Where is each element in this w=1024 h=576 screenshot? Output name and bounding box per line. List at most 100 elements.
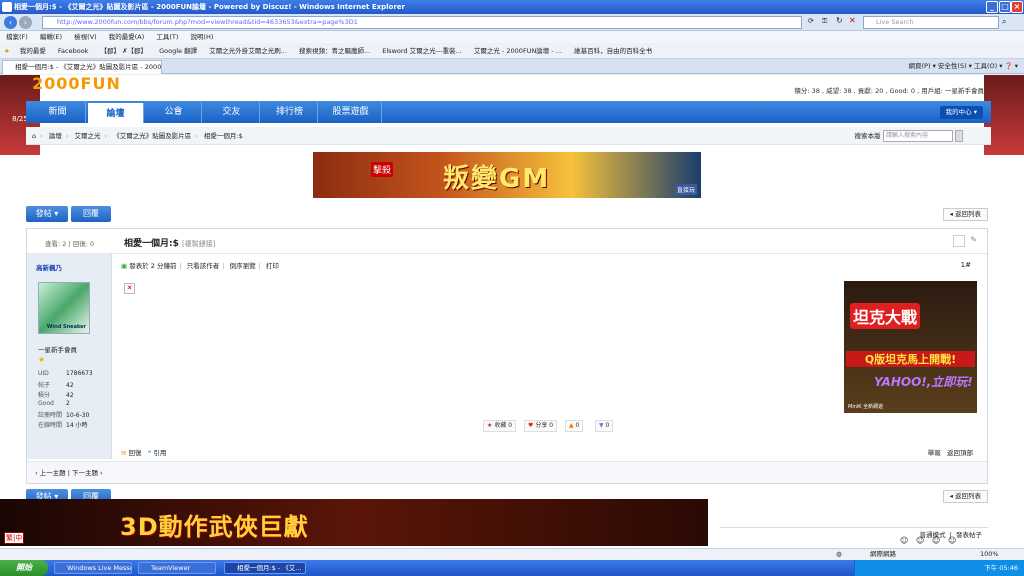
thread-title: 相愛一個月:$ [複製鏈接] (124, 236, 215, 249)
avatar[interactable]: Wind Sneaker (38, 282, 90, 334)
lock-icon[interactable]: ⚿ (822, 17, 827, 26)
command-bar[interactable]: 網頁(P) ▾ 安全性(S) ▾ 工具(O) ▾ ❓ ▾ (909, 61, 1018, 72)
fav-link-wikipedia[interactable]: 維基百科，自由的百科全书 (574, 47, 652, 55)
language-toggle[interactable]: 繁|中 (4, 532, 25, 544)
nav-ranking[interactable]: 排行榜 (262, 101, 318, 123)
bottom-banner-ad[interactable]: 3D動作武俠巨獻 繁|中 (0, 499, 708, 546)
system-tray: 下午 05:46 (854, 560, 1024, 576)
stat-uid: UID 1786673 (38, 370, 93, 377)
share-button[interactable]: ♥ 分享 0 (524, 420, 558, 432)
stop-icon[interactable]: ✕ (849, 16, 856, 25)
thumbs-down-button[interactable]: ▼ 0 (595, 420, 614, 432)
bottom-ad-text: 3D動作武俠巨獻 (120, 513, 309, 541)
smiley-icon[interactable]: ☺ (948, 536, 956, 545)
fav-link-google-translate[interactable]: Google 翻譯 (159, 47, 197, 55)
favorites-star-icon[interactable]: ★ (4, 47, 10, 55)
site-logo[interactable]: 2000FUN (32, 75, 162, 95)
thumbs-up-button[interactable]: ▲ 0 (565, 420, 584, 432)
quote-link[interactable]: 引用 (153, 449, 166, 457)
menu-file[interactable]: 檔案(F) (6, 33, 28, 41)
breadcrumb-board[interactable]: 《艾爾之光》貼圖及影片區 (113, 132, 191, 140)
new-post-button[interactable]: 發帖 ▾ (26, 206, 68, 222)
refresh-icon[interactable]: ⟳ (808, 17, 814, 25)
address-input[interactable]: http://www.2000fun.com/bbs/forum.php?mod… (42, 16, 802, 29)
forum-search-input[interactable]: 請輸入搜索內容 (883, 130, 953, 142)
task-browser[interactable]: 相愛一個月:$ - 《艾... (224, 562, 306, 574)
copy-link[interactable]: [複製鏈接] (182, 240, 215, 248)
user-stats: 積分: 38 , 威望: 38 , 貢獻: 20 , Good: 0 , 用戶組… (794, 87, 984, 95)
menu-help[interactable]: 說明(H) (191, 33, 214, 41)
wrench-icon[interactable]: ✎ (970, 235, 977, 244)
thread-header: 查看: 2 | 回復: 0 相愛一個月:$ [複製鏈接] ✎ (27, 229, 987, 254)
maximize-button[interactable]: □ (999, 1, 1011, 13)
globe-icon: ◍ (836, 550, 842, 558)
search-scope-select[interactable]: 搜索本版 ▾ (855, 130, 886, 142)
home-icon[interactable]: ⌂ (32, 132, 36, 140)
nav-forum[interactable]: 論壇 (88, 103, 144, 123)
nav-guild[interactable]: 公會 (146, 101, 202, 123)
back-button[interactable]: ‹ (4, 16, 17, 29)
minimize-button[interactable]: _ (986, 1, 998, 13)
menu-tools[interactable]: 工具(T) (156, 33, 178, 41)
nav-stock-game[interactable]: 股票遊戲 (320, 101, 382, 123)
top-banner-ad[interactable]: 擊殺 叛變GM 直接玩 (313, 152, 701, 198)
print-link[interactable]: 打印 (266, 262, 279, 270)
breadcrumb-elsword[interactable]: 艾爾之光 (75, 132, 101, 140)
browser-tab-active[interactable]: 相愛一個月:$ - 《艾爾之光》貼圖及影片區 - 2000... (2, 60, 162, 74)
stat-online-time: 在線時間 14 小時 (38, 422, 88, 429)
only-author-link[interactable]: 只看該作者 (187, 262, 220, 270)
back-to-list-button[interactable]: ◂ 返回列表 (942, 208, 988, 221)
reply-button[interactable]: 回覆 (71, 206, 111, 222)
zoom-level[interactable]: 100% (980, 549, 999, 560)
task-teamviewer[interactable]: TeamViewer (138, 562, 216, 574)
reply-link[interactable]: 回復 (129, 449, 142, 457)
fav-link-facebook[interactable]: Facebook (58, 47, 89, 55)
favorite-button[interactable]: ★ 收藏 0 (483, 420, 517, 432)
fav-link-4[interactable]: 艾爾之光外掛艾爾之光刷... (209, 47, 287, 55)
checkbox-icon[interactable] (953, 235, 965, 247)
clock[interactable]: 下午 05:46 (984, 564, 1018, 572)
reply-icon: ✉ (121, 449, 127, 457)
author-sidebar: 高新楓乃 Wind Sneaker 一星新手會員 ★ UID 1786673 帖子… (27, 254, 112, 459)
refresh-page-icon[interactable]: ↻ (836, 16, 843, 25)
my-center-button[interactable]: 我的中心 ▾ (939, 106, 983, 119)
stat-registered: 註冊時間 10-6-30 (38, 412, 90, 419)
smiley-icon[interactable]: ☺ (900, 536, 908, 545)
ad-line2: Q版坦克馬上開戰! (846, 351, 975, 367)
back-to-top-link[interactable]: 返回頂部 (947, 449, 973, 457)
forward-button[interactable]: › (19, 16, 32, 29)
post-meta-bar: ▣ 發表於 2 分鐘前 | 只看該作者 | 倒序瀏覽 | 打印 (121, 262, 279, 270)
menu-favorites[interactable]: 我的最愛(A) (109, 33, 145, 41)
back-to-list-button-bottom[interactable]: ◂ 返回列表 (942, 490, 988, 503)
start-button[interactable]: 開始 (0, 560, 48, 576)
window-title: 相愛一個月:$ - 《艾爾之光》貼圖及影片區 - 2000FUN論壇 - Pow… (14, 3, 405, 11)
fav-link-2[interactable]: 【郡】 ✗【郡】 (101, 47, 148, 55)
menu-view[interactable]: 檢視(V) (74, 33, 97, 41)
fav-link-5[interactable]: 搜索視頻：青之驅魔師... (299, 47, 370, 55)
smiley-icon[interactable]: ☺ (916, 536, 924, 545)
prev-next-thread[interactable]: ‹ 上一主題 | 下一主題 › (27, 461, 987, 483)
favorites-button[interactable]: 我的最愛 (20, 47, 46, 55)
breadcrumb-forum[interactable]: 論壇 (49, 132, 62, 140)
menu-bar: 檔案(F) 編輯(E) 檢視(V) 我的最愛(A) 工具(T) 說明(H) (0, 31, 1024, 43)
author-name[interactable]: 高新楓乃 (36, 262, 62, 272)
nav-friends[interactable]: 交友 (204, 101, 260, 123)
close-button[interactable]: × (1011, 1, 1023, 13)
fav-link-6[interactable]: Elsword 艾爾之光---重裝... (382, 47, 462, 55)
nav-news[interactable]: 新聞 (30, 101, 86, 123)
reverse-order-link[interactable]: 倒序瀏覽 (230, 262, 256, 270)
task-messenger[interactable]: Windows Live Messen... (54, 562, 132, 574)
post-ad-tank-war[interactable]: 坦克大戰 Q版坦克馬上開戰! YAHOO!,立即玩! MiniK 全新網遊 (844, 281, 977, 413)
menu-edit[interactable]: 編輯(E) (40, 33, 62, 41)
forum-search-button[interactable] (955, 130, 963, 142)
page-content: 8/25 2000FUN 積分: 38 , 威望: 38 , 貢獻: 20 , … (0, 75, 1024, 561)
banner-facebook-play[interactable]: 直接玩 (674, 184, 697, 195)
fav-link-7[interactable]: 艾爾之光 - 2000FUN論壇 - ... (474, 47, 562, 55)
search-go-icon[interactable]: ⌕ (1002, 17, 1006, 27)
smiley-icon[interactable]: ☺ (932, 536, 940, 545)
stat-posts: 帖子 42 (38, 382, 74, 389)
live-search-input[interactable]: Live Search (863, 16, 999, 29)
floor-number[interactable]: 1# (961, 261, 971, 269)
report-link[interactable]: 舉報 (928, 449, 941, 457)
stat-good: Good 2 (38, 400, 70, 407)
